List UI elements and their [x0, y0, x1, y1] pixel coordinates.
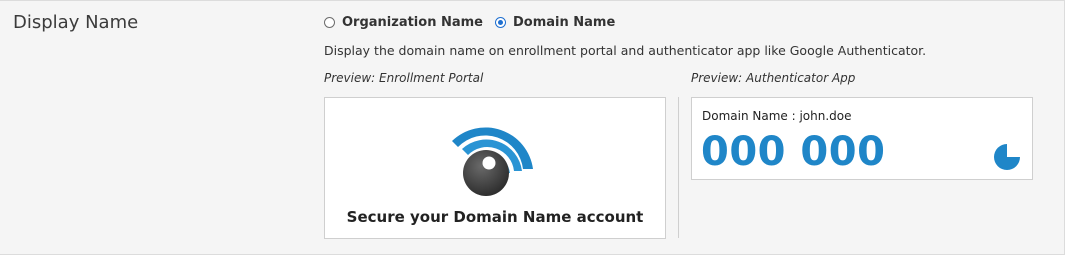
- preview-divider: [678, 97, 679, 238]
- radio-domain-name[interactable]: [495, 17, 506, 28]
- display-name-settings-panel: Display Name Organization Name Domain Na…: [0, 0, 1065, 255]
- radio-label-domain-name: Domain Name: [513, 15, 616, 30]
- authenticator-account-name: Domain Name : john.doe: [702, 109, 852, 123]
- helper-text: Display the domain name on enrollment po…: [324, 43, 927, 58]
- authenticator-app-preview: Domain Name : john.doe 000 000: [691, 97, 1033, 180]
- countdown-timer-icon: [994, 144, 1020, 170]
- authenticator-code: 000 000: [701, 129, 886, 175]
- enrollment-portal-preview: Secure your Domain Name account: [324, 97, 666, 239]
- display-name-radio-group: Organization Name Domain Name: [324, 15, 627, 30]
- section-label: Display Name: [13, 12, 139, 33]
- radio-option-organization-name[interactable]: Organization Name: [324, 15, 483, 30]
- authenticator-preview-label: Preview: Authenticator App: [691, 71, 856, 85]
- radio-organization-name[interactable]: [324, 17, 335, 28]
- portal-title: Secure your Domain Name account: [346, 208, 644, 226]
- radio-option-domain-name[interactable]: Domain Name: [495, 15, 615, 30]
- enrollment-preview-label: Preview: Enrollment Portal: [324, 71, 484, 85]
- eye-signal-icon: [452, 127, 533, 196]
- radio-label-organization-name: Organization Name: [342, 15, 483, 30]
